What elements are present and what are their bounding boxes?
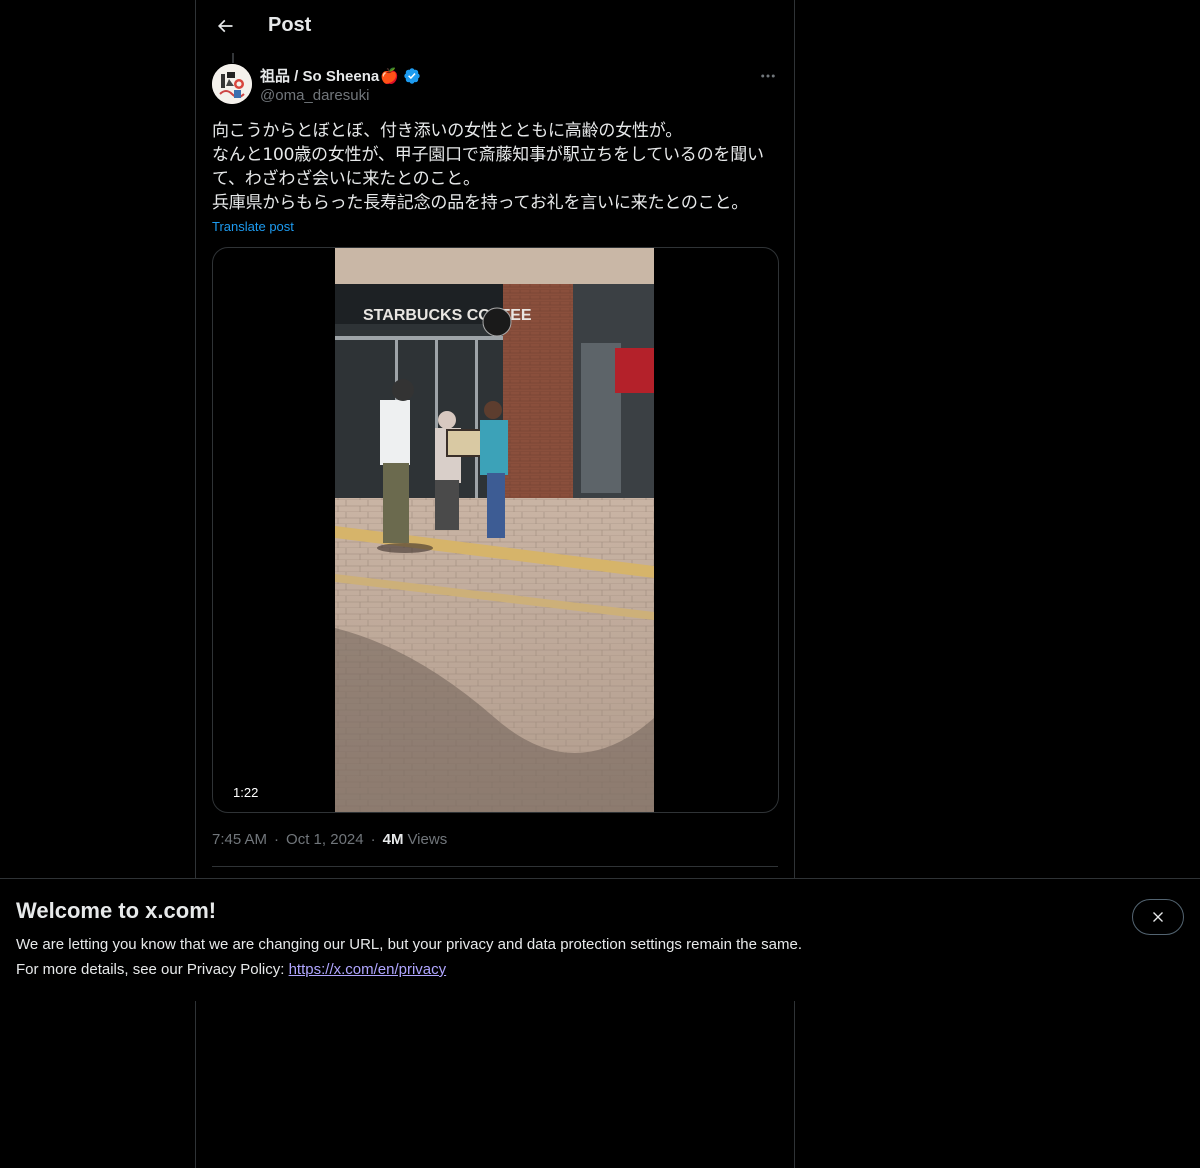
separator-dot: ·: [274, 831, 280, 848]
verified-badge-icon: [404, 67, 420, 84]
translate-post-link[interactable]: Translate post: [212, 219, 294, 234]
banner-message: We are letting you know that we are chan…: [16, 936, 802, 953]
author-handle[interactable]: @oma_daresuki: [260, 87, 369, 104]
separator-dot: ·: [370, 831, 376, 848]
close-icon: [1153, 912, 1163, 922]
views-count: 4M: [382, 831, 404, 848]
post-text: 向こうからとぼとぼ、付き添いの女性とともに高齢の女性が。 なんと100歳の女性が…: [212, 121, 764, 213]
video-player[interactable]: STARBUCKS COFFEE 1:22: [212, 247, 779, 813]
page-title: Post: [268, 14, 312, 36]
views-label: Views: [407, 831, 448, 848]
post-metadata: 7:45 AM · Oct 1, 2024 · 4M Views: [212, 831, 447, 848]
more-dots-icon: [761, 74, 775, 78]
apple-emoji: 🍎: [380, 67, 399, 85]
banner-privacy-prefix: For more details, see our Privacy Policy…: [16, 961, 289, 978]
more-options-button[interactable]: [756, 64, 780, 88]
author-name-text: 祖品 / So Sheena: [260, 68, 380, 85]
thread-connector: [232, 53, 234, 63]
post-time[interactable]: 7:45 AM: [212, 831, 267, 848]
author-name[interactable]: 祖品 / So Sheena 🍎: [260, 65, 421, 86]
page-header: Post: [196, 0, 794, 53]
back-button[interactable]: [208, 9, 242, 43]
banner-title: Welcome to x.com!: [16, 898, 217, 923]
welcome-banner: Welcome to x.com! We are letting you kno…: [0, 878, 1200, 1001]
privacy-policy-link[interactable]: https://x.com/en/privacy: [289, 961, 447, 978]
avatar-image: [212, 64, 252, 104]
video-duration: 1:22: [225, 783, 267, 802]
author-avatar[interactable]: [212, 64, 252, 104]
divider: [212, 866, 778, 867]
close-banner-button[interactable]: [1132, 899, 1184, 935]
video-thumbnail: STARBUCKS COFFEE: [335, 248, 654, 812]
post-date[interactable]: Oct 1, 2024: [286, 831, 364, 848]
banner-privacy-line: For more details, see our Privacy Policy…: [16, 961, 446, 978]
arrow-left-icon: [217, 19, 233, 33]
